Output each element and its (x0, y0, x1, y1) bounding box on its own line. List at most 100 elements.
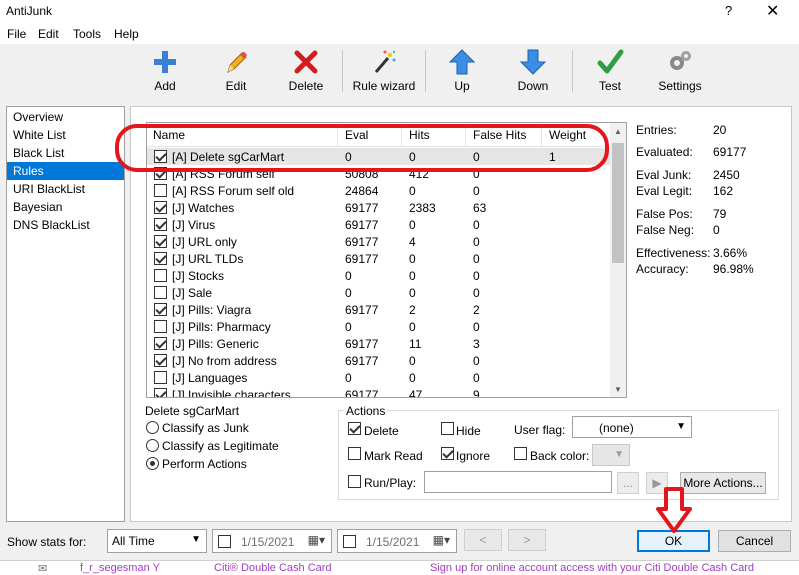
hide-action-label[interactable]: Hide (456, 424, 481, 438)
browse-button[interactable]: ... (617, 472, 639, 494)
cell-false-hits: 0 (473, 371, 480, 385)
scroll-up-icon[interactable]: ▲ (614, 127, 622, 136)
table-row[interactable]: [J] Invisible characters 69177 47 9 (147, 386, 610, 398)
run-play-input[interactable] (424, 471, 612, 493)
classify-junk-radio[interactable] (146, 421, 159, 434)
back-color-checkbox[interactable] (514, 447, 527, 460)
back-color-select[interactable]: ▼ (592, 444, 630, 466)
table-row[interactable]: [J] Languages 0 0 0 (147, 369, 610, 386)
table-row[interactable]: [J] Virus 69177 0 0 (147, 216, 610, 233)
more-actions-button[interactable]: More Actions... (680, 472, 766, 494)
edit-label: Edit (225, 79, 247, 93)
cell-false-hits: 2 (473, 303, 480, 317)
down-label: Down (517, 79, 549, 93)
rule-enabled-checkbox[interactable] (154, 286, 167, 299)
rule-enabled-checkbox[interactable] (154, 269, 167, 282)
toolbar-separator (572, 50, 573, 92)
menu-help[interactable]: Help (114, 27, 139, 41)
scroll-thumb[interactable] (612, 143, 624, 263)
close-icon[interactable]: ✕ (766, 1, 779, 21)
table-row[interactable]: [J] Pills: Pharmacy 0 0 0 (147, 318, 610, 335)
date-from-checkbox[interactable] (218, 535, 231, 548)
sidebar-item-bayesian[interactable]: Bayesian (7, 198, 124, 216)
menu-file[interactable]: File (7, 27, 26, 41)
table-row[interactable]: [A] RSS Forum self old 24864 0 0 (147, 182, 610, 199)
calendar-icon[interactable]: ▦▾ (433, 533, 450, 547)
run-play-checkbox[interactable] (348, 475, 361, 488)
eval-legit-label: Eval Legit: (636, 184, 693, 198)
mark-read-checkbox[interactable] (348, 447, 361, 460)
add-button[interactable]: Add (146, 48, 184, 96)
rule-enabled-checkbox[interactable] (154, 303, 167, 316)
vertical-scrollbar[interactable]: ▲ ▼ (610, 123, 626, 397)
mark-read-label[interactable]: Mark Read (364, 449, 423, 463)
rule-enabled-checkbox[interactable] (154, 320, 167, 333)
menu-edit[interactable]: Edit (38, 27, 59, 41)
rule-enabled-checkbox[interactable] (154, 252, 167, 265)
ok-button[interactable]: OK (637, 530, 710, 552)
rule-enabled-checkbox[interactable] (154, 354, 167, 367)
down-button[interactable]: Down (512, 48, 554, 96)
table-row[interactable]: [J] No from address 69177 0 0 (147, 352, 610, 369)
sidebar-item-rules[interactable]: Rules (7, 162, 124, 180)
cancel-button[interactable]: Cancel (718, 530, 791, 552)
accuracy-label: Accuracy: (636, 262, 689, 276)
prev-period-button[interactable]: < (464, 529, 502, 551)
table-row[interactable]: [J] URL only 69177 4 0 (147, 233, 610, 250)
perform-actions-label[interactable]: Perform Actions (162, 457, 247, 471)
perform-actions-radio[interactable] (146, 457, 159, 470)
false-neg-label: False Neg: (636, 223, 695, 237)
classify-legit-label[interactable]: Classify as Legitimate (162, 439, 279, 453)
cell-name: [J] Invisible characters (172, 388, 291, 398)
calendar-icon[interactable]: ▦▾ (308, 533, 325, 547)
rule-enabled-checkbox[interactable] (154, 371, 167, 384)
rule-enabled-checkbox[interactable] (154, 388, 167, 397)
sidebar-item-uri-blacklist[interactable]: URI BlackList (7, 180, 124, 198)
table-row[interactable]: [J] Sale 0 0 0 (147, 284, 610, 301)
date-to-picker[interactable]: 1/15/2021 ▦▾ (337, 529, 457, 553)
ignore-label[interactable]: Ignore (456, 449, 490, 463)
table-row[interactable]: [J] Pills: Viagra 69177 2 2 (147, 301, 610, 318)
up-button[interactable]: Up (443, 48, 481, 96)
user-flag-select[interactable]: (none) ▼ (572, 416, 692, 438)
ignore-checkbox[interactable] (441, 447, 454, 460)
cell-hits: 0 (409, 320, 416, 334)
rule-enabled-checkbox[interactable] (154, 235, 167, 248)
classify-legit-radio[interactable] (146, 439, 159, 452)
sidebar-item-overview[interactable]: Overview (7, 108, 124, 126)
delete-x-icon (294, 50, 318, 74)
edit-button[interactable]: Edit (217, 48, 255, 96)
menu-tools[interactable]: Tools (73, 27, 101, 41)
table-row[interactable]: [J] Pills: Generic 69177 11 3 (147, 335, 610, 352)
cell-name: [J] URL TLDs (172, 252, 244, 266)
table-row[interactable]: [J] Stocks 0 0 0 (147, 267, 610, 284)
settings-button[interactable]: Settings (656, 48, 704, 96)
help-icon[interactable]: ? (725, 3, 732, 18)
scroll-down-icon[interactable]: ▼ (614, 385, 622, 394)
delete-label: Delete (288, 79, 324, 93)
sidebar-item-white-list[interactable]: White List (7, 126, 124, 144)
rule-enabled-checkbox[interactable] (154, 184, 167, 197)
rule-wizard-button[interactable]: Rule wizard (352, 48, 416, 96)
back-color-label[interactable]: Back color: (530, 449, 589, 463)
table-row[interactable]: [J] Watches 69177 2383 63 (147, 199, 610, 216)
toolbar: Add Edit Delete Rule wizard Up Down Test… (0, 44, 799, 100)
next-period-button[interactable]: > (508, 529, 546, 551)
delete-checkbox[interactable] (348, 422, 361, 435)
sidebar-item-black-list[interactable]: Black List (7, 144, 124, 162)
rule-enabled-checkbox[interactable] (154, 218, 167, 231)
date-to-checkbox[interactable] (343, 535, 356, 548)
run-play-label[interactable]: Run/Play: (364, 476, 416, 490)
delete-button[interactable]: Delete (285, 48, 327, 96)
classify-junk-label[interactable]: Classify as Junk (162, 421, 249, 435)
table-row[interactable]: [J] URL TLDs 69177 0 0 (147, 250, 610, 267)
rule-enabled-checkbox[interactable] (154, 201, 167, 214)
test-button[interactable]: Test (592, 48, 628, 96)
date-from-picker[interactable]: 1/15/2021 ▦▾ (212, 529, 332, 553)
delete-action-label[interactable]: Delete (364, 424, 399, 438)
actions-title: Actions (344, 404, 388, 418)
hide-checkbox[interactable] (441, 422, 454, 435)
rule-enabled-checkbox[interactable] (154, 337, 167, 350)
sidebar-item-dns-blacklist[interactable]: DNS BlackList (7, 216, 124, 234)
stats-range-select[interactable]: All Time ▼ (107, 529, 207, 553)
